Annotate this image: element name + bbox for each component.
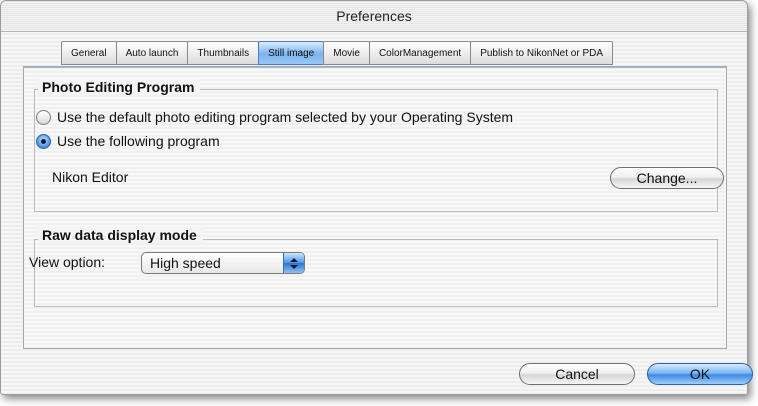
radio-button-checked[interactable] [36,133,51,149]
view-option-value: High speed [150,255,221,271]
radio-default-program-label: Use the default photo editing program se… [57,109,514,125]
program-name: Nikon Editor [52,169,129,185]
tab-still-image[interactable]: Still image [258,41,325,65]
tab-color-management[interactable]: ColorManagement [368,41,472,65]
tab-bar: General Auto launch Thumbnails Still ima… [61,41,614,65]
preferences-window: Preferences General Auto launch Thumbnai… [0,0,753,395]
tab-publish-nikonnet[interactable]: Publish to NikonNet or PDA [470,41,614,65]
still-image-panel: Photo Editing Program Use the default ph… [23,66,727,349]
ok-button[interactable]: OK [647,363,753,385]
tab-general[interactable]: General [61,41,117,65]
cancel-button[interactable]: Cancel [519,363,635,385]
raw-display-group-title: Raw data display mode [38,227,203,243]
radio-button-unchecked[interactable] [36,109,51,125]
popup-arrows-icon [283,253,304,273]
radio-following-program[interactable]: Use the following program [36,133,220,149]
raw-display-group [34,239,718,307]
radio-default-program[interactable]: Use the default photo editing program se… [36,109,513,125]
photo-editing-group-title: Photo Editing Program [38,79,201,95]
photo-editing-group [34,89,718,212]
view-option-label: View option: [29,254,106,270]
radio-following-program-label: Use the following program [57,133,220,149]
tab-movie[interactable]: Movie [323,41,370,65]
panel-top-border [24,67,726,74]
change-button[interactable]: Change... [610,167,724,189]
window-title: Preferences [1,1,747,32]
view-option-select[interactable]: High speed [141,252,305,274]
tab-thumbnails[interactable]: Thumbnails [187,41,260,65]
tab-auto-launch[interactable]: Auto launch [115,41,189,65]
